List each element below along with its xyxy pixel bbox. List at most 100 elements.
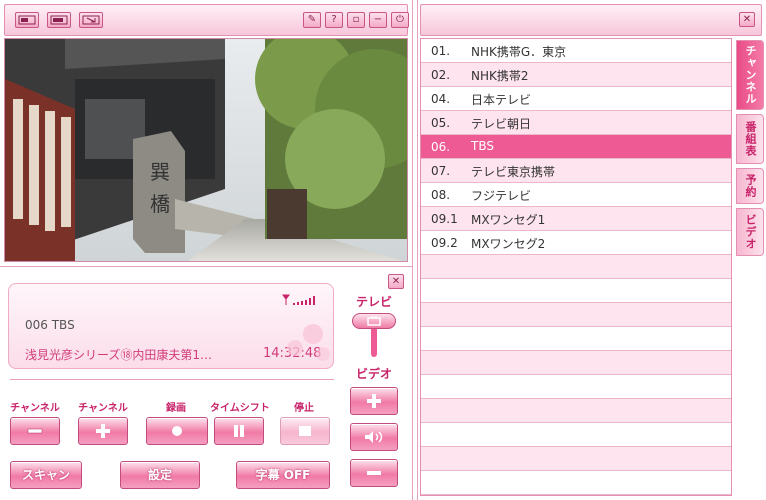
channel-name: TBS [471, 139, 494, 153]
channel-number: 05. [431, 116, 451, 130]
channel-number: 01. [431, 44, 451, 58]
channel-row[interactable]: 02. NHK携帯2 [421, 63, 731, 87]
snap-button[interactable]: ▫ [347, 12, 365, 28]
channel-titlebar: ✕ [420, 4, 762, 36]
record-label: 録画 [166, 403, 186, 414]
channel-number: 04. [431, 92, 451, 106]
sakura-decoration-icon [287, 324, 330, 361]
mode-slider[interactable] [350, 313, 398, 357]
minus-icon [367, 471, 381, 475]
close-channel-panel-button[interactable]: ✕ [739, 12, 755, 27]
channel-row[interactable]: 09.1 MXワンセグ1 [421, 207, 731, 231]
mute-button[interactable] [350, 423, 398, 451]
channel-number: 09.1 [431, 212, 458, 226]
player-titlebar: ✎ ? ▫ − ⏻ [4, 4, 409, 36]
minimize-button[interactable]: − [369, 12, 387, 28]
layout-large-button[interactable] [79, 12, 103, 28]
stop-label: 停止 [294, 403, 314, 414]
close-icon: ✕ [742, 14, 752, 25]
channel-name: NHK携帯2 [471, 69, 529, 83]
minimize-icon: − [373, 14, 383, 25]
layout-medium-icon [50, 15, 68, 25]
mode-slider-knob[interactable] [352, 313, 396, 329]
channel-name: MXワンセグ2 [471, 237, 546, 251]
program-title: 浅見光彦シリーズ⑱内田康夫第1… [25, 348, 213, 362]
channel-number: 02. [431, 68, 451, 82]
tab-video[interactable]: ビデオ [736, 208, 764, 256]
subtitle-button-label: 字幕 OFF [255, 468, 311, 482]
channel-name: NHK携帯G．東京 [471, 45, 567, 59]
channel-row[interactable]: 05. テレビ朝日 [421, 111, 731, 135]
current-channel: 006 TBS [25, 318, 75, 332]
control-separator [10, 379, 334, 380]
tv-icon [367, 316, 381, 326]
channel-row[interactable]: 09.2 MXワンセグ2 [421, 231, 731, 255]
tab-reservation[interactable]: 予約 [736, 168, 764, 204]
plus-icon [96, 424, 110, 438]
speaker-icon [365, 431, 383, 443]
channel-number: 09.2 [431, 236, 458, 250]
power-button[interactable]: ⏻ [391, 12, 409, 28]
settings-button-label: 設定 [147, 468, 172, 482]
layout-medium-button[interactable] [47, 12, 71, 28]
minus-icon [27, 428, 43, 434]
empty-row [421, 327, 731, 351]
scan-button[interactable]: スキャン [10, 461, 82, 489]
channel-plus-label: チャンネル [78, 403, 128, 414]
svg-text:橋: 橋 [150, 192, 170, 216]
channel-row[interactable]: 07. テレビ東京携帯 [421, 159, 731, 183]
empty-row [421, 375, 731, 399]
timeshift-button[interactable] [214, 417, 264, 445]
channel-name: フジテレビ [471, 189, 532, 203]
tab-program-guide[interactable]: 番組表 [736, 114, 764, 164]
empty-row [421, 255, 731, 279]
tab-channel[interactable]: チャンネル [736, 40, 764, 110]
empty-row [421, 399, 731, 423]
layout-small-icon [18, 15, 36, 25]
tab-reservation-label: 予約 [744, 174, 757, 198]
channel-list: 01. NHK携帯G．東京 02. NHK携帯2 04. 日本テレビ 05. テレビ朝日 06.… [420, 38, 732, 496]
tools-button[interactable]: ✎ [303, 12, 321, 28]
tab-program-guide-label: 番組表 [744, 121, 757, 157]
channel-number: 07. [431, 164, 451, 178]
record-button[interactable] [146, 417, 208, 445]
svg-text:巽: 巽 [150, 160, 170, 184]
channel-name: 日本テレビ [471, 93, 532, 107]
channel-row[interactable]: 08. フジテレビ [421, 183, 731, 207]
record-icon [172, 426, 182, 436]
channel-row[interactable]: 04. 日本テレビ [421, 87, 731, 111]
signal-strength-icon [282, 294, 315, 305]
channel-panel: ✕ 01. NHK携帯G．東京 02. NHK携帯2 04. 日本テレビ 05. テレビ朝日 0… [418, 0, 766, 500]
tv-mode-label: テレビ [355, 295, 392, 309]
channel-number: 06. [431, 140, 451, 154]
video-mode-label: ビデオ [355, 367, 392, 381]
volume-down-button[interactable] [350, 459, 398, 487]
tv-picture: 巽 橋 [5, 39, 407, 261]
channel-number: 08. [431, 188, 451, 202]
layout-small-button[interactable] [15, 12, 39, 28]
settings-button[interactable]: 設定 [120, 461, 200, 489]
volume-up-button[interactable] [350, 387, 398, 415]
channel-row[interactable]: 01. NHK携帯G．東京 [421, 39, 731, 63]
empty-row [421, 351, 731, 375]
stop-icon [299, 426, 311, 436]
channel-row[interactable]: 06. TBS [421, 135, 731, 159]
channel-up-button[interactable] [78, 417, 128, 445]
tab-video-label: ビデオ [744, 214, 757, 250]
stop-button[interactable] [280, 417, 330, 445]
info-display: 006 TBS 浅見光彦シリーズ⑱内田康夫第1… 14:32:48 [8, 283, 334, 369]
empty-row [421, 447, 731, 471]
channel-minus-label: チャンネル [10, 403, 60, 414]
plus-icon [367, 394, 381, 408]
channel-name: MXワンセグ1 [471, 213, 546, 227]
empty-row [421, 471, 731, 495]
empty-row [421, 279, 731, 303]
power-icon: ⏻ [396, 14, 404, 25]
player-panel: ✎ ? ▫ − ⏻ 巽 橋 ✕ 006 TBS 浅見光彦シリーズ⑱内田康夫第1…… [0, 0, 412, 500]
channel-down-button[interactable] [10, 417, 60, 445]
subtitle-button[interactable]: 字幕 OFF [236, 461, 330, 489]
help-button[interactable]: ? [325, 12, 343, 28]
video-screen[interactable]: 巽 橋 [4, 38, 408, 262]
pause-icon [234, 425, 244, 437]
close-controls-button[interactable]: ✕ [388, 274, 404, 289]
